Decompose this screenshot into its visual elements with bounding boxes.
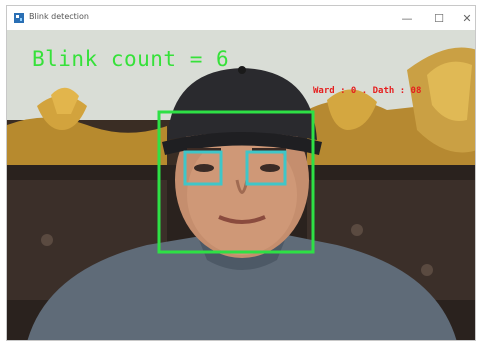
minimize-button[interactable]: —	[395, 8, 419, 28]
close-button[interactable]: ✕	[455, 8, 475, 28]
blink-detection-window: Blink detection — ☐ ✕ Blink count = 6 Wa…	[6, 5, 476, 341]
ear-metrics-label: Ward : 0 . Dath : 08	[313, 86, 422, 96]
blink-count-label: Blink count = 6	[32, 47, 230, 71]
window-title: Blink detection	[29, 12, 89, 21]
title-bar[interactable]: Blink detection — ☐ ✕	[7, 6, 475, 30]
camera-view: Blink count = 6 Ward : 0 . Dath : 08	[7, 30, 475, 340]
maximize-button[interactable]: ☐	[427, 8, 451, 28]
opencv-window-icon	[14, 13, 24, 23]
webcam-frame	[7, 30, 475, 340]
